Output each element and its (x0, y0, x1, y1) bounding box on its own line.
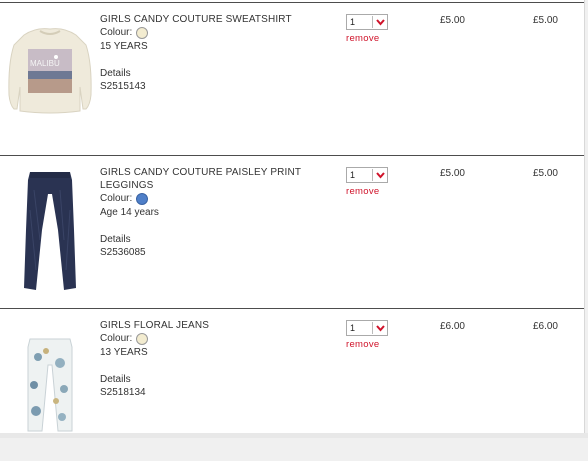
quantity-select[interactable]: 1 (346, 320, 388, 336)
remove-link[interactable]: remove (346, 186, 379, 197)
basket-item: MALIBU GIRLS CANDY COUTURE SWEATSHIRT Co… (0, 3, 585, 155)
item-total: £5.00 (532, 15, 558, 26)
item-sku: S2536085 (100, 247, 146, 258)
item-size: 13 YEARS (100, 347, 148, 358)
quantity-select[interactable]: 1 (346, 14, 388, 30)
colour-swatch (136, 26, 149, 39)
item-sku: S2518134 (100, 387, 146, 398)
quantity-value: 1 (350, 17, 356, 27)
item-total: £6.00 (532, 321, 558, 332)
item-name[interactable]: GIRLS FLORAL JEANS (100, 319, 330, 332)
colour-label: Colour: (100, 193, 133, 204)
item-size: 15 YEARS (100, 41, 148, 52)
basket-item: GIRLS CANDY COUTURE PAISLEY PRINT LEGGIN… (0, 156, 585, 308)
basket-item: GIRLS FLORAL JEANS Colour: 13 YEARS Deta… (0, 309, 585, 461)
item-price: £5.00 (439, 168, 465, 179)
item-price: £5.00 (439, 15, 465, 26)
floral-jeans-image[interactable] (0, 337, 100, 433)
item-size: Age 14 years (100, 207, 159, 218)
item-sku: S2515143 (100, 81, 146, 92)
colour-swatch (136, 332, 149, 345)
sweatshirt-image[interactable]: MALIBU (0, 23, 100, 118)
chevron-down-icon[interactable] (373, 18, 387, 26)
remove-link[interactable]: remove (346, 33, 379, 44)
item-info: GIRLS FLORAL JEANS Colour: 13 YEARS Deta… (100, 319, 330, 399)
page-bottom-edge (0, 433, 588, 438)
chevron-down-icon[interactable] (373, 324, 387, 332)
leggings-image[interactable] (0, 170, 100, 295)
quantity-select[interactable]: 1 (346, 167, 388, 183)
details-label: Details (100, 234, 131, 245)
colour-label: Colour: (100, 333, 133, 344)
item-info: GIRLS CANDY COUTURE SWEATSHIRT Colour: 1… (100, 13, 330, 93)
quantity-value: 1 (350, 323, 356, 333)
colour-label: Colour: (100, 27, 133, 38)
svg-text:MALIBU: MALIBU (30, 59, 60, 68)
colour-swatch (136, 192, 149, 205)
basket-list: MALIBU GIRLS CANDY COUTURE SWEATSHIRT Co… (0, 0, 585, 433)
quantity-value: 1 (350, 170, 356, 180)
item-colour: Colour: (100, 26, 330, 39)
item-total: £5.00 (532, 168, 558, 179)
item-colour: Colour: (100, 332, 330, 345)
chevron-down-icon[interactable] (373, 171, 387, 179)
item-colour: Colour: (100, 192, 330, 205)
item-name[interactable]: GIRLS CANDY COUTURE PAISLEY PRINT LEGGIN… (100, 166, 330, 192)
details-label: Details (100, 68, 131, 79)
item-info: GIRLS CANDY COUTURE PAISLEY PRINT LEGGIN… (100, 166, 330, 259)
remove-link[interactable]: remove (346, 339, 379, 350)
item-name[interactable]: GIRLS CANDY COUTURE SWEATSHIRT (100, 13, 330, 26)
details-label: Details (100, 374, 131, 385)
item-price: £6.00 (439, 321, 465, 332)
